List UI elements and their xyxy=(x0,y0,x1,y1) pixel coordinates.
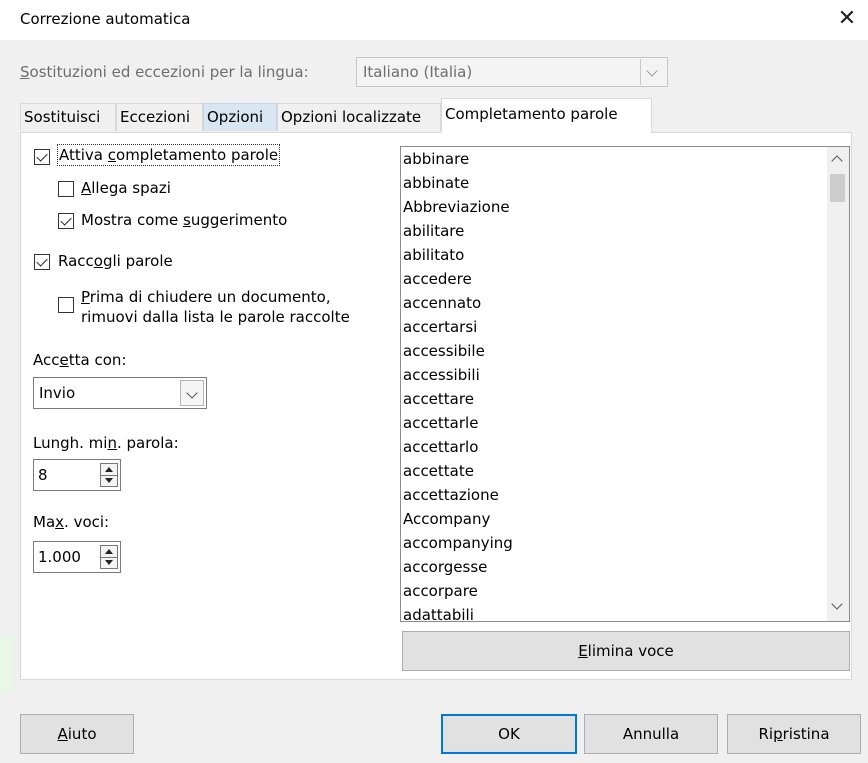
help-button[interactable]: Aiuto xyxy=(20,714,134,754)
list-item[interactable]: accessibili xyxy=(403,363,480,387)
list-item[interactable]: abbinare xyxy=(403,147,469,171)
list-item[interactable]: abilitare xyxy=(403,219,464,243)
tab-sostituisci[interactable]: Sostituisci xyxy=(20,103,116,131)
collect-words-checkbox[interactable] xyxy=(34,254,50,270)
spinner-arrows-icon[interactable] xyxy=(100,545,118,569)
min-word-length-spinner[interactable]: 8 xyxy=(33,459,121,491)
tab-eccezioni[interactable]: Eccezioni xyxy=(116,103,203,131)
remove-collected-checkbox[interactable] xyxy=(58,297,74,313)
list-item[interactable]: adattabili xyxy=(403,603,474,621)
list-item[interactable]: abbinate xyxy=(403,171,469,195)
spinner-arrows-icon[interactable] xyxy=(100,463,118,487)
max-entries-spinner[interactable]: 1.000 xyxy=(33,541,121,573)
word-list-scrollbar[interactable] xyxy=(827,147,849,621)
list-item[interactable]: accettarlo xyxy=(403,435,478,459)
list-item[interactable]: accettate xyxy=(403,459,474,483)
cancel-button[interactable]: Annulla xyxy=(584,714,718,754)
min-word-length-value: 8 xyxy=(38,466,48,484)
show-as-tip-label: Mostra come suggerimento xyxy=(81,211,288,229)
max-entries-label: Max. voci: xyxy=(33,513,110,531)
min-word-length-label: Lungh. min. parola: xyxy=(33,434,179,452)
accept-with-select[interactable]: Invio xyxy=(33,377,207,409)
show-as-tip-checkbox[interactable] xyxy=(58,213,74,229)
close-icon[interactable]: ✕ xyxy=(832,4,862,34)
append-spaces-checkbox[interactable] xyxy=(58,181,74,197)
tab-opzioni[interactable]: Opzioni xyxy=(203,103,277,131)
list-item[interactable]: abilitato xyxy=(403,243,464,267)
chevron-down-icon[interactable] xyxy=(180,380,204,406)
list-item[interactable]: accorpare xyxy=(403,579,478,603)
list-item[interactable]: accertarsi xyxy=(403,315,477,339)
max-entries-value: 1.000 xyxy=(38,548,81,566)
list-item[interactable]: accorgesse xyxy=(403,555,487,579)
ok-button[interactable]: OK xyxy=(441,714,577,754)
list-item[interactable]: accennato xyxy=(403,291,481,315)
enable-word-completion-checkbox[interactable] xyxy=(34,149,50,165)
language-value: Italiano (Italia) xyxy=(363,63,473,81)
left-edge-strip xyxy=(0,636,14,694)
list-item[interactable]: accompanying xyxy=(403,531,513,555)
tab-opzioni-localizzate[interactable]: Opzioni localizzate xyxy=(277,103,441,131)
language-select[interactable]: Italiano (Italia) xyxy=(356,57,668,87)
dialog-title: Correzione automatica xyxy=(20,10,191,28)
tab-completamento-parole[interactable]: Completamento parole xyxy=(441,98,652,133)
word-list[interactable]: abbinare abbinate Abbreviazione abilitar… xyxy=(400,146,850,622)
scroll-thumb[interactable] xyxy=(830,174,845,202)
list-item[interactable]: accettazione xyxy=(403,483,499,507)
reset-button[interactable]: Ripristina xyxy=(727,714,861,754)
chevron-down-icon[interactable] xyxy=(640,59,666,85)
list-item[interactable]: accessibile xyxy=(403,339,485,363)
delete-entry-button[interactable]: Elimina voce xyxy=(402,631,850,671)
list-item[interactable]: Accompany xyxy=(403,507,490,531)
append-spaces-label: Allega spazi xyxy=(81,179,171,197)
scroll-down-icon[interactable] xyxy=(831,598,843,610)
collect-words-label: Raccogli parole xyxy=(58,252,173,270)
list-item[interactable]: accettarle xyxy=(403,411,478,435)
list-item[interactable]: accettare xyxy=(403,387,474,411)
accept-with-label: Accetta con: xyxy=(33,351,127,369)
scroll-up-icon[interactable] xyxy=(831,155,843,167)
accept-with-value: Invio xyxy=(39,384,76,402)
remove-collected-label: Prima di chiudere un documento, rimuovi d… xyxy=(81,288,350,326)
language-label: Sostituzioni ed eccezioni per la lingua: xyxy=(20,63,309,81)
enable-word-completion-label: Attiva completamento parole xyxy=(56,144,281,166)
list-item[interactable]: Abbreviazione xyxy=(403,195,510,219)
list-item[interactable]: accedere xyxy=(403,267,472,291)
